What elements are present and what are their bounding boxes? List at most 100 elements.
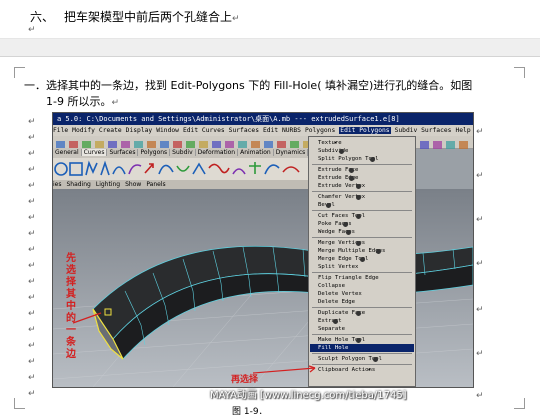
option-box-icon[interactable] xyxy=(356,213,362,219)
shelf-tab[interactable]: Curves xyxy=(81,149,108,156)
toolbar-icon[interactable] xyxy=(446,141,455,149)
shelf-tab[interactable]: Deformation xyxy=(195,149,239,156)
option-box-icon[interactable] xyxy=(346,229,352,235)
menu-item[interactable]: Edit Curves xyxy=(183,127,225,134)
menu-item[interactable]: Subdiv Surfaces xyxy=(395,127,452,134)
paragraph-mark: ↵ xyxy=(28,165,36,175)
menu-item[interactable]: Polygons xyxy=(305,127,335,134)
menu-item-extrude-vertex[interactable]: Extrude Vertex xyxy=(318,182,365,190)
menu-item-extrude-edge[interactable]: Extrude Edge xyxy=(318,174,358,182)
option-box-icon[interactable] xyxy=(356,183,362,189)
paragraph-mark: ↵ xyxy=(28,229,36,239)
menu-item-texture[interactable]: Texture ▸ xyxy=(318,139,342,147)
paragraph-mark: ↵ xyxy=(28,277,36,287)
menu-item-make-hole-tool[interactable]: Make Hole Tool xyxy=(318,336,365,344)
shelf-tab[interactable]: General xyxy=(53,149,82,156)
paragraph-mark: ↵ xyxy=(476,171,484,181)
menu-item-clipboard-actions[interactable]: Clipboard Actions ▸ xyxy=(318,366,375,374)
option-box-icon[interactable] xyxy=(339,148,345,154)
paragraph-mark: ↵ xyxy=(476,391,484,401)
submenu-arrow-icon: ▸ xyxy=(367,367,372,373)
shelf-tab[interactable]: Animation xyxy=(238,149,274,156)
paragraph-mark: ↵ xyxy=(476,259,484,269)
menu-item-separate[interactable]: Separate xyxy=(318,325,345,333)
option-box-icon[interactable] xyxy=(325,202,331,208)
step-line-2: 1-9 所以示。↵ xyxy=(46,95,120,108)
option-box-icon[interactable] xyxy=(373,356,378,362)
menu-item-label: Clipboard Actions xyxy=(318,367,376,373)
menu-item[interactable]: Edit NURBS xyxy=(263,127,301,134)
menu-item-delete-vertex[interactable]: Delete Vertex xyxy=(318,290,362,298)
panel-menu-item[interactable]: Lighting xyxy=(96,181,120,188)
menu-item-collapse[interactable]: Collapse xyxy=(318,282,345,290)
menu-item[interactable]: Modify xyxy=(72,127,95,134)
menu-item-merge-multiple-edges[interactable]: Merge Multiple Edges xyxy=(318,247,385,255)
option-box-icon[interactable] xyxy=(356,310,362,316)
menu-item-poke-faces[interactable]: Poke Faces xyxy=(318,220,352,228)
menu-item-extract[interactable]: Extract xyxy=(318,317,342,325)
paragraph-mark: ↵ xyxy=(28,181,36,191)
toolbar-icon[interactable] xyxy=(459,141,468,149)
shelf-tab[interactable]: Dynamics xyxy=(273,149,308,156)
paragraph-mark: ↵ xyxy=(476,305,484,315)
maya-screenshot: a 5.0: C:\Documents and Settings\Adminis… xyxy=(52,112,474,388)
menu-separator xyxy=(312,353,412,354)
menu-item-sculpt-polygon-tool[interactable]: Sculpt Polygon Tool xyxy=(318,355,382,363)
shelf-tab[interactable]: Polygons xyxy=(138,149,171,156)
menu-item-delete-edge[interactable]: Delete Edge xyxy=(318,298,355,306)
curve-tool-icons xyxy=(54,160,300,176)
menu-item[interactable]: Window xyxy=(156,127,179,134)
paragraph-mark: ↵ xyxy=(476,349,484,359)
option-box-icon[interactable] xyxy=(332,318,338,324)
submenu-arrow-icon: ▸ xyxy=(334,140,338,146)
menu-separator xyxy=(312,334,412,335)
paragraph-mark: ↵ xyxy=(28,261,36,271)
margin-corner-bottom-right xyxy=(514,398,525,409)
option-box-icon[interactable] xyxy=(359,256,365,262)
menu-item-subdivide[interactable]: Subdivide xyxy=(318,147,348,155)
paragraph-mark: ↵ xyxy=(28,133,36,143)
menu-item-label: Flip Triangle Edge xyxy=(318,275,379,281)
paragraph-mark: ↵ xyxy=(476,215,484,225)
menu-item-label: Delete Edge xyxy=(318,299,356,305)
menu-item[interactable]: File xyxy=(53,127,68,134)
menu-item-extrude-face[interactable]: Extrude Face xyxy=(318,166,358,174)
menu-separator xyxy=(312,210,412,211)
menu-item[interactable]: Display xyxy=(126,127,153,134)
menu-item-wedge-faces[interactable]: Wedge Faces xyxy=(318,228,355,236)
toolbar-icon[interactable] xyxy=(433,141,442,149)
menu-item-chamfer-vertex[interactable]: Chamfer Vertex xyxy=(318,193,365,201)
menu-item-merge-edge-tool[interactable]: Merge Edge Tool xyxy=(318,255,369,263)
toolbar-icon[interactable] xyxy=(420,141,429,149)
menu-item-split-polygon-tool[interactable]: Split Polygon Tool xyxy=(318,155,379,163)
menu-item[interactable]: Surfaces xyxy=(229,127,259,134)
menu-item[interactable]: Help xyxy=(455,127,470,134)
menu-item-bevel[interactable]: Bevel xyxy=(318,201,335,209)
menu-item-label: Collapse xyxy=(318,283,345,289)
menu-item-fill-hole[interactable]: Fill Hole xyxy=(310,344,414,352)
panel-menu-item[interactable]: Show xyxy=(125,181,141,188)
option-box-icon[interactable] xyxy=(369,156,375,162)
menu-item-duplicate-face[interactable]: Duplicate Face xyxy=(318,309,365,317)
panel-menu-bar: ies Shading Lighting Show Panels xyxy=(53,180,308,189)
paragraph-mark: ↵ xyxy=(28,213,36,223)
paragraph-mark: ↵ xyxy=(28,389,36,399)
menu-item[interactable]: Create xyxy=(99,127,122,134)
paragraph-mark: ↵ xyxy=(28,149,36,159)
option-box-icon[interactable] xyxy=(356,194,362,200)
option-box-icon[interactable] xyxy=(342,221,348,227)
menu-item-split-vertex[interactable]: Split Vertex xyxy=(318,263,358,271)
menu-item-cut-faces-tool[interactable]: Cut Faces Tool xyxy=(318,212,365,220)
option-box-icon[interactable] xyxy=(376,248,382,254)
paragraph-mark: ↵ xyxy=(28,293,36,303)
option-box-icon[interactable] xyxy=(356,240,362,246)
menu-item-flip-triangle-edge[interactable]: Flip Triangle Edge xyxy=(318,274,379,282)
menu-item[interactable]: Edit Polygons xyxy=(339,127,391,134)
panel-menu-item[interactable]: Shading xyxy=(66,181,90,188)
shelf-tab[interactable]: Surfaces xyxy=(107,149,139,156)
menu-item-label: Delete Vertex xyxy=(318,291,362,297)
panel-menu-item[interactable]: Panels xyxy=(146,181,165,188)
option-box-icon[interactable] xyxy=(356,337,362,343)
menu-item-merge-vertices[interactable]: Merge Vertices xyxy=(318,239,365,247)
shelf-tab[interactable]: Subdiv xyxy=(170,149,196,156)
